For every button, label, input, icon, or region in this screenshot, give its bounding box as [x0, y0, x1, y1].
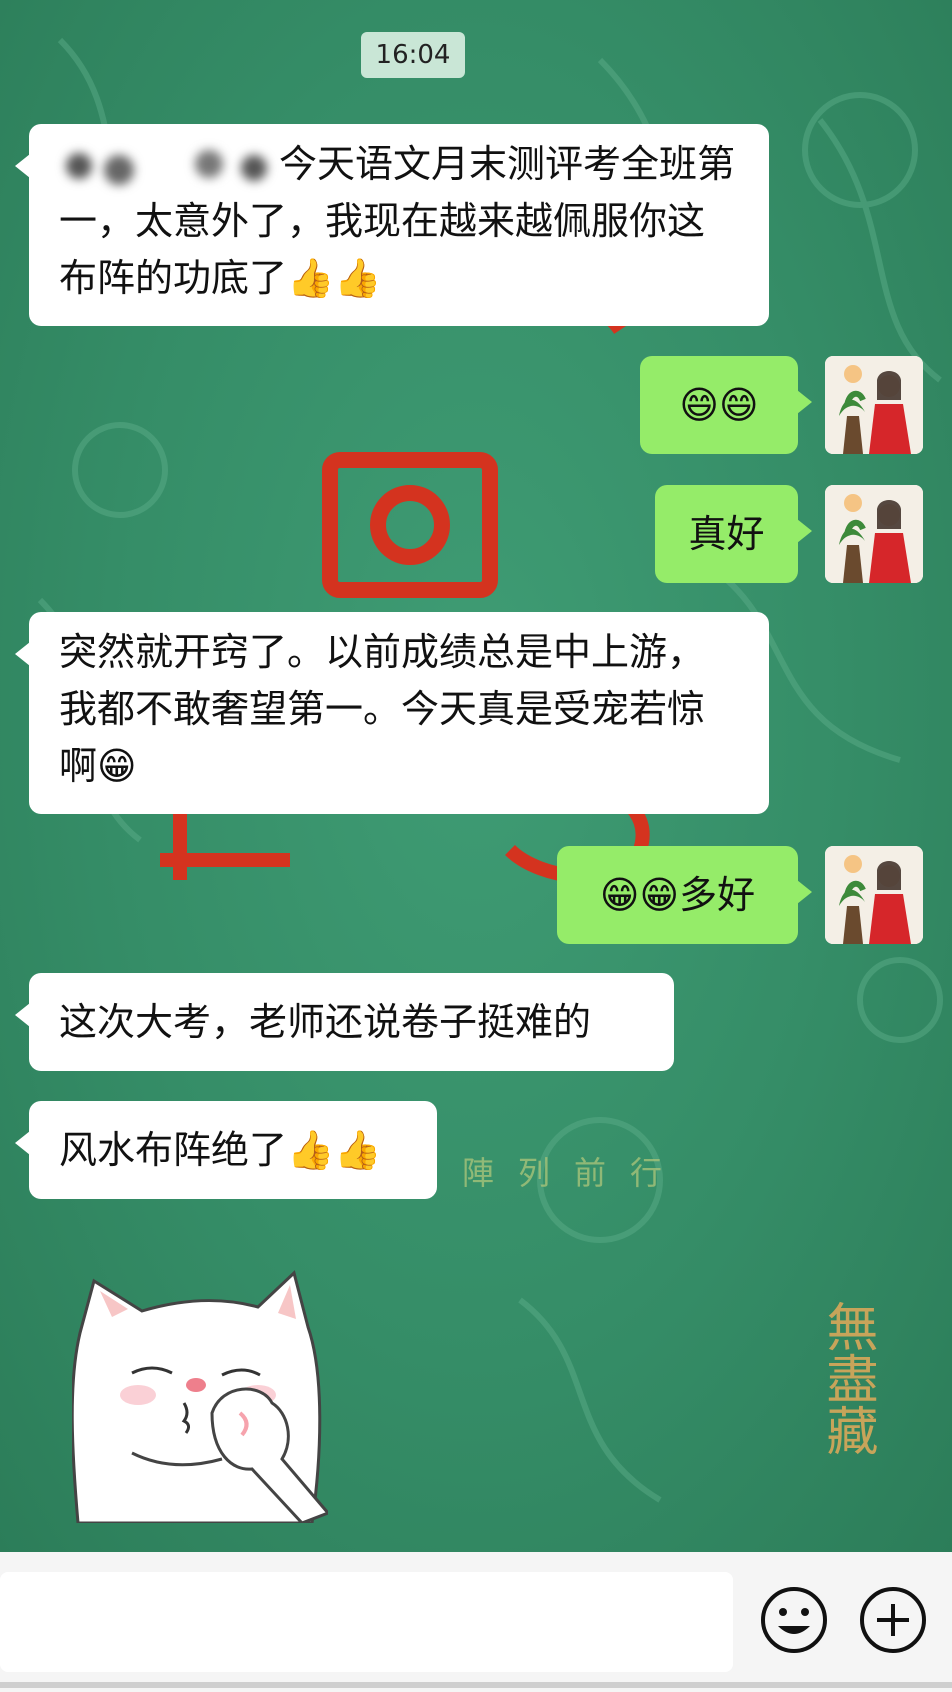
- message-text: 突然就开窍了。以前成绩总是中上游，我都不敢奢望第一。今天真是受宠若惊啊😁: [59, 630, 706, 788]
- message-text: 😄😄: [679, 382, 759, 427]
- avatar-image-icon: [825, 846, 923, 944]
- self-avatar[interactable]: [825, 485, 923, 583]
- message-text: 😁😁多好: [599, 872, 756, 917]
- plus-icon: [860, 1587, 926, 1653]
- received-message-2[interactable]: 突然就开窍了。以前成绩总是中上游，我都不敢奢望第一。今天真是受宠若惊啊😁: [15, 612, 769, 814]
- smiley-icon: [761, 1587, 827, 1653]
- sent-message-3[interactable]: 😁😁多好: [557, 846, 812, 944]
- avatar-image-icon: [825, 356, 923, 454]
- message-timestamp: 16:04: [361, 32, 465, 78]
- self-avatar[interactable]: [825, 356, 923, 454]
- redacted-name: [59, 143, 279, 190]
- emoji-button[interactable]: [758, 1584, 830, 1656]
- background-signature: 無盡藏: [817, 1300, 877, 1456]
- received-message-3[interactable]: 这次大考，老师还说卷子挺难的: [15, 973, 674, 1071]
- received-message-1[interactable]: 今天语文月末测评考全班第一，太意外了，我现在越来越佩服你这布阵的功底了👍👍: [15, 124, 769, 326]
- message-input[interactable]: [0, 1572, 733, 1672]
- message-text: 风水布阵绝了👍👍: [59, 1127, 382, 1172]
- cat-sticker[interactable]: [70, 1263, 331, 1525]
- more-button[interactable]: [857, 1584, 929, 1656]
- message-text: 真好: [688, 511, 765, 556]
- sent-message-2[interactable]: 真好: [655, 485, 812, 583]
- red-seal-upper: [322, 452, 498, 598]
- sent-message-1[interactable]: 😄😄: [640, 356, 812, 454]
- cat-sticker-icon: [70, 1270, 331, 1525]
- self-avatar[interactable]: [825, 846, 923, 944]
- bottom-divider: [0, 1682, 952, 1688]
- received-message-4[interactable]: 风水布阵绝了👍👍: [15, 1101, 437, 1199]
- avatar-image-icon: [825, 485, 923, 583]
- background-caption: 陣列前行: [462, 1154, 687, 1192]
- message-text: 这次大考，老师还说卷子挺难的: [59, 999, 592, 1044]
